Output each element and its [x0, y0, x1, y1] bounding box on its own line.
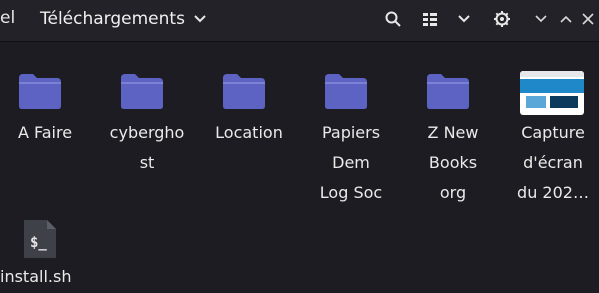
breadcrumb-current-label: Téléchargements — [40, 9, 185, 29]
file-name: install.sh — [0, 267, 72, 286]
minimize-button[interactable] — [529, 8, 553, 30]
search-icon — [384, 10, 402, 28]
file-item-z-new-books[interactable]: Z New Books org — [408, 43, 498, 203]
chevron-up-icon — [560, 15, 572, 23]
close-button[interactable] — [576, 8, 599, 30]
file-item-cyberghost[interactable]: cybergho st — [102, 43, 192, 172]
file-item-location[interactable]: Location — [204, 43, 294, 163]
chevron-down-icon — [535, 15, 547, 23]
folder-icon — [323, 72, 369, 110]
breadcrumb-previous[interactable]: el — [0, 8, 15, 28]
file-item-capture[interactable]: Capture d'écran du 202… — [508, 43, 598, 203]
file-name: cybergho st — [109, 123, 185, 172]
header-bar: el Téléchargements — [0, 0, 599, 42]
file-grid: A Faire cybergho st Location Papiers Dem… — [0, 43, 599, 293]
file-manager-window: el Téléchargements A Faire cybergho st L… — [0, 0, 599, 293]
file-name: Z New Books org — [427, 123, 479, 202]
folder-icon — [221, 72, 267, 110]
chevron-down-icon — [193, 14, 207, 24]
file-item-papiers[interactable]: Papiers Dem Log Soc — [306, 43, 396, 203]
file-name: Location — [215, 123, 283, 142]
gear-icon — [493, 10, 511, 28]
view-options-button[interactable] — [452, 8, 476, 30]
chevron-down-icon — [457, 14, 471, 24]
folder-icon — [17, 72, 63, 110]
file-name: A Faire — [17, 123, 73, 142]
settings-button[interactable] — [490, 8, 514, 30]
breadcrumb-current[interactable]: Téléchargements — [40, 7, 207, 31]
close-icon — [582, 13, 594, 25]
file-item-a-faire[interactable]: A Faire — [0, 43, 90, 163]
folder-icon — [119, 72, 165, 110]
svg-text:$_: $_ — [30, 235, 47, 251]
list-view-icon — [421, 11, 439, 27]
image-thumbnail — [520, 71, 584, 115]
folder-icon — [425, 72, 471, 110]
view-mode-button[interactable] — [418, 8, 442, 30]
file-name: Capture d'écran du 202… — [517, 123, 589, 202]
script-file-icon: $_ — [22, 218, 58, 260]
maximize-button[interactable] — [554, 8, 578, 30]
file-name: Papiers Dem Log Soc — [319, 123, 383, 202]
search-button[interactable] — [381, 8, 405, 30]
